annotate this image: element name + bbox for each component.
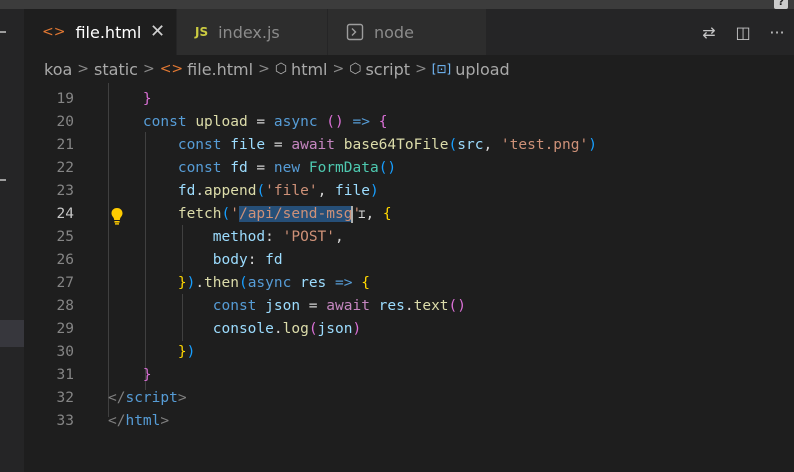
close-icon[interactable]: ✕	[150, 21, 165, 42]
code-line: 27 }).then(async res => {	[24, 272, 794, 295]
chevron-right-icon: >	[258, 61, 270, 77]
tab-index-js[interactable]: JS index.js	[177, 9, 327, 55]
line-number: 21	[56, 137, 74, 153]
selected-text: /api/send-msg	[238, 206, 353, 222]
code-text: const fd = new FormData()	[177, 160, 397, 176]
line-number: 30	[56, 344, 74, 360]
code-text: fd.append('file', file)	[177, 183, 379, 199]
code-text: }	[142, 91, 152, 107]
code-text: fetch('/api/send-msg'⌶, {	[177, 205, 392, 223]
activity-item-selected[interactable]	[0, 320, 24, 347]
line-number: 33	[56, 413, 74, 429]
code-line: 31 }	[24, 364, 794, 387]
code-line: 26 body: fd	[24, 249, 794, 272]
code-text: body: fd	[212, 252, 283, 268]
tab-node[interactable]: node	[328, 9, 486, 55]
line-number: 28	[56, 298, 74, 314]
code-line: 30 })	[24, 341, 794, 364]
line-number: 24	[56, 206, 74, 222]
line-number: 27	[56, 275, 74, 291]
code-editor[interactable]: 19 } 20 const upload = async () => { 21 …	[24, 83, 794, 472]
split-editor-icon[interactable]: ◫	[726, 23, 760, 42]
breadcrumb: koa > static > <> file.html > ⬡ html > ⬡…	[24, 55, 794, 83]
code-line-current: 24 fetch('/api/send-msg'⌶, {	[24, 203, 794, 226]
breadcrumb-item[interactable]: file.html	[187, 60, 253, 79]
help-icon[interactable]: ?	[774, 0, 788, 9]
editor-actions: ⇄ ◫ ···	[692, 9, 794, 55]
terminal-icon	[346, 23, 364, 41]
title-bar: ?	[0, 0, 794, 9]
html-file-icon: <>	[159, 61, 184, 77]
code-text: </html>	[108, 413, 170, 429]
code-text: }).then(async res => {	[177, 275, 370, 291]
code-text: </script>	[108, 390, 187, 406]
tab-label: file.html	[75, 22, 142, 42]
line-number: 29	[56, 321, 74, 337]
activity-marker	[0, 31, 6, 33]
breadcrumb-item[interactable]: koa	[44, 60, 72, 79]
html-file-icon: <>	[42, 24, 66, 40]
chevron-right-icon: >	[415, 61, 427, 77]
code-text: console.log(json)	[212, 321, 362, 337]
code-line: 22 const fd = new FormData()	[24, 157, 794, 180]
breadcrumb-item[interactable]: upload	[455, 60, 510, 79]
activity-marker	[0, 179, 6, 181]
symbol-element-icon: ⬡	[274, 61, 288, 77]
breadcrumb-item[interactable]: html	[291, 60, 327, 79]
line-number: 23	[56, 183, 74, 199]
chevron-right-icon: >	[77, 61, 90, 77]
breadcrumb-item[interactable]: static	[94, 60, 138, 79]
line-number: 20	[56, 114, 74, 130]
code-line: 19 }	[24, 88, 794, 111]
code-text: const json = await res.text()	[212, 298, 466, 314]
code-line: 20 const upload = async () => {	[24, 111, 794, 134]
chevron-right-icon: >	[332, 61, 345, 77]
line-number: 31	[56, 367, 74, 383]
compare-changes-icon[interactable]: ⇄	[692, 23, 726, 42]
code-line: 33 </html>	[24, 410, 794, 433]
js-file-icon: JS	[195, 25, 209, 39]
symbol-variable-icon: [⊡]	[431, 62, 452, 76]
symbol-upload: upload	[195, 114, 248, 130]
tab-bar: <> file.html ✕ JS index.js node ⇄ ◫ ···	[24, 9, 794, 55]
breadcrumb-item[interactable]: script	[365, 60, 410, 79]
code-text: const upload = async () => {	[142, 114, 388, 130]
code-text: method: 'POST',	[212, 229, 344, 245]
line-number: 22	[56, 160, 74, 176]
line-number: 19	[56, 91, 74, 107]
code-line: 29 console.log(json)	[24, 318, 794, 341]
tab-label: node	[374, 22, 414, 42]
chevron-right-icon: >	[142, 61, 155, 77]
tab-label: index.js	[218, 22, 280, 42]
line-number: 32	[56, 390, 74, 406]
code-line: 25 method: 'POST',	[24, 226, 794, 249]
code-text: }	[142, 367, 152, 383]
activity-bar	[0, 9, 24, 472]
code-line: 32 </script>	[24, 387, 794, 410]
line-number: 25	[56, 229, 74, 245]
code-text: })	[177, 344, 196, 360]
line-number: 26	[56, 252, 74, 268]
more-actions-icon[interactable]: ···	[760, 23, 794, 42]
ibeam-cursor-icon: ⌶	[358, 207, 366, 221]
code-line: 23 fd.append('file', file)	[24, 180, 794, 203]
code-line: 28 const json = await res.text()	[24, 295, 794, 318]
code-text: const file = await base64ToFile(src, 'te…	[177, 137, 597, 153]
symbol-element-icon: ⬡	[349, 61, 362, 77]
code-line: 21 const file = await base64ToFile(src, …	[24, 134, 794, 157]
